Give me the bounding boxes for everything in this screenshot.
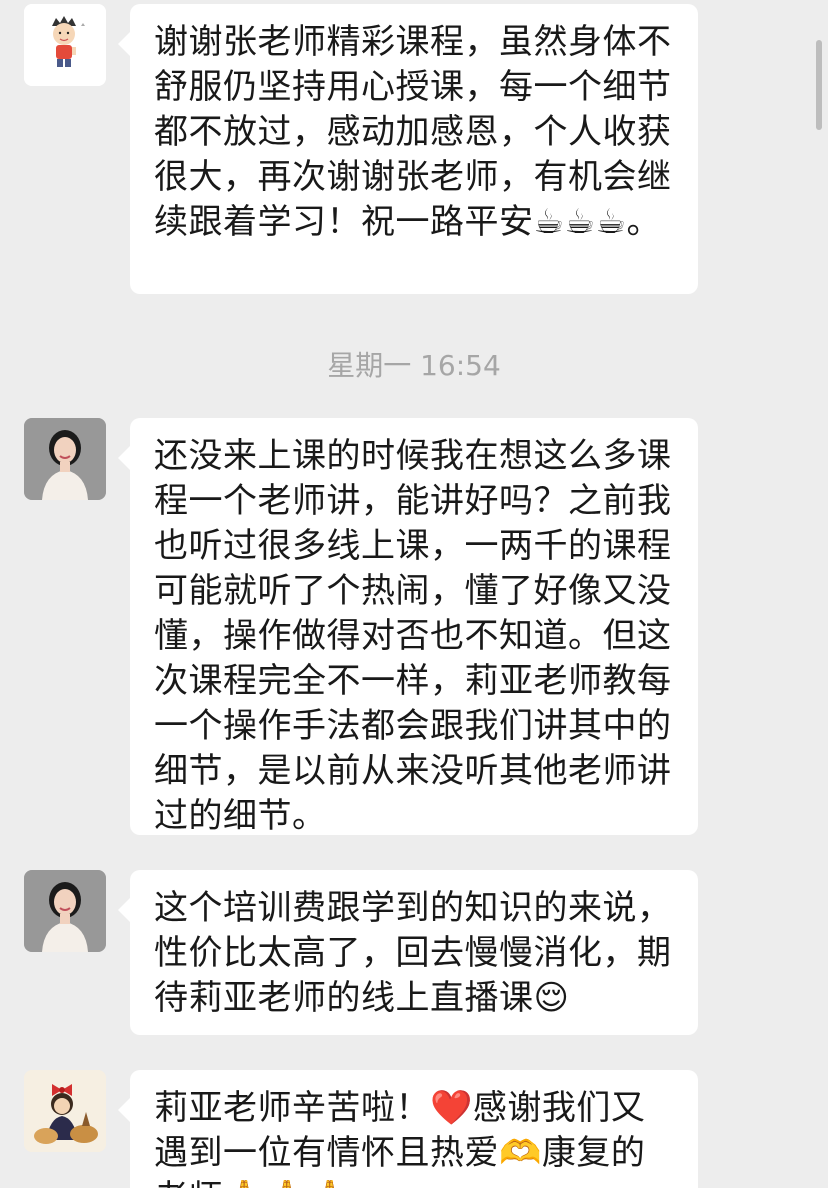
message-bubble[interactable]: 还没来上课的时候我在想这么多课程一个老师讲，能讲好吗？之前我也听过很多线上课，一…: [118, 418, 698, 836]
scrollbar[interactable]: [816, 40, 822, 130]
avatar[interactable]: [24, 870, 106, 952]
message-bubble[interactable]: 莉亚老师辛苦啦！❤️感谢我们又遇到一位有情怀且热爱🫶康复的老师🙏🙏🙏: [118, 1070, 698, 1188]
message-bubble[interactable]: 这个培训费跟学到的知识的来说，性价比太高了，回去慢慢消化，期待莉亚老师的线上直播…: [118, 870, 698, 1035]
message-bubble[interactable]: 谢谢张老师精彩课程，虽然身体不舒服仍坚持用心授课，每一个细节都不放过，感动加感恩…: [118, 4, 698, 294]
avatar[interactable]: [24, 1070, 106, 1152]
woman-portrait-avatar-icon: [24, 870, 106, 952]
avatar[interactable]: [24, 418, 106, 500]
message-text: 还没来上课的时候我在想这么多课程一个老师讲，能讲好吗？之前我也听过很多线上课，一…: [154, 436, 672, 836]
message-text: 这个培训费跟学到的知识的来说，性价比太高了，回去慢慢消化，期待莉亚老师的线上直播…: [154, 888, 672, 1018]
cartoon-girl-avatar-icon: [24, 1070, 106, 1152]
avatar[interactable]: [24, 4, 106, 86]
chat-history[interactable]: 谢谢张老师精彩课程，虽然身体不舒服仍坚持用心授课，每一个细节都不放过，感动加感恩…: [0, 0, 828, 1188]
woman-portrait-avatar-icon: [24, 418, 106, 500]
cartoon-boy-avatar-icon: [24, 4, 106, 86]
message-text: 谢谢张老师精彩课程，虽然身体不舒服仍坚持用心授课，每一个细节都不放过，感动加感恩…: [154, 22, 672, 242]
message-text: 莉亚老师辛苦啦！❤️感谢我们又遇到一位有情怀且热爱🫶康复的老师🙏🙏🙏: [154, 1088, 646, 1188]
timestamp: 星期一 16:54: [327, 349, 501, 382]
